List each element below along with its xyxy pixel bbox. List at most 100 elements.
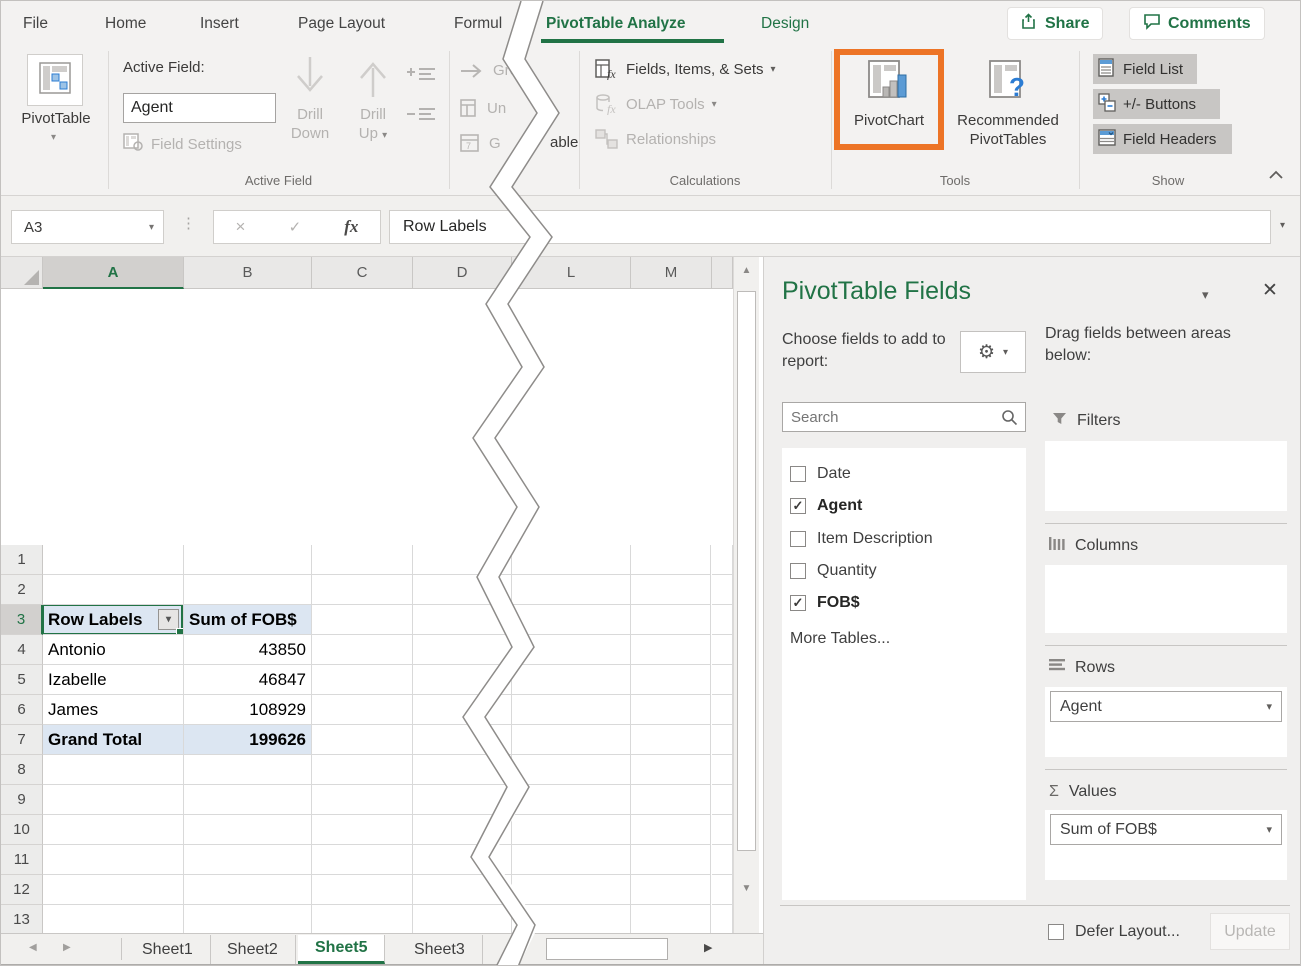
cell[interactable]: 108929 — [184, 695, 312, 725]
cell[interactable] — [712, 575, 733, 605]
cell[interactable] — [413, 665, 512, 695]
scroll-down-arrow-icon[interactable]: ▼ — [734, 875, 759, 901]
cell[interactable] — [312, 785, 413, 815]
cell[interactable] — [312, 665, 413, 695]
column-header-A[interactable]: A — [43, 257, 184, 289]
sheet-tab-sheet2[interactable]: Sheet2 — [210, 935, 296, 964]
sheet-tab-sheet1[interactable]: Sheet1 — [125, 935, 211, 964]
cell[interactable]: 46847 — [184, 665, 312, 695]
cell[interactable] — [312, 605, 413, 635]
row-header[interactable]: 1 — [1, 545, 43, 575]
more-tables-link[interactable]: More Tables... — [790, 630, 890, 648]
expand-formula-bar-icon[interactable]: ▾ — [1280, 220, 1285, 231]
tab-formulas[interactable]: Formul — [454, 1, 502, 46]
field-item-fob[interactable]: FOB$ — [790, 591, 860, 615]
values-field-chip-sum-of-fob[interactable]: Sum of FOB$ ▾ — [1050, 814, 1282, 845]
cell[interactable] — [413, 605, 512, 635]
cell[interactable] — [413, 875, 512, 905]
row-header[interactable]: 10 — [1, 815, 43, 845]
chip-dropdown-icon[interactable]: ▾ — [1266, 823, 1272, 836]
cell[interactable] — [512, 875, 631, 905]
expand-field-button[interactable] — [405, 64, 437, 91]
cell[interactable] — [631, 575, 711, 605]
cell[interactable] — [312, 635, 413, 665]
cell[interactable] — [413, 755, 512, 785]
cell[interactable] — [712, 725, 733, 755]
tab-home[interactable]: Home — [105, 1, 146, 46]
cell[interactable] — [631, 785, 711, 815]
olap-tools-button[interactable]: fx OLAP Tools ▾ — [595, 93, 717, 115]
insert-function-icon[interactable]: fx — [344, 217, 358, 237]
values-drop-area[interactable]: Sum of FOB$ ▾ — [1045, 810, 1287, 880]
cell[interactable] — [184, 905, 312, 933]
cell[interactable]: Sum of FOB$ — [184, 605, 312, 635]
row-header[interactable]: 3 — [1, 605, 43, 635]
cell[interactable] — [512, 605, 631, 635]
row-labels-filter-dropdown[interactable]: ▾ — [158, 609, 179, 630]
cell[interactable]: Izabelle — [43, 665, 184, 695]
collapse-field-button[interactable] — [405, 106, 437, 133]
cell[interactable] — [413, 575, 512, 605]
cell[interactable] — [512, 575, 631, 605]
row-header[interactable]: 9 — [1, 785, 43, 815]
pivotchart-button[interactable]: PivotChart — [839, 58, 939, 130]
update-button[interactable]: Update — [1210, 913, 1290, 950]
row-header[interactable]: 7 — [1, 725, 43, 755]
name-box-resize-grip[interactable]: ⋮ — [181, 214, 196, 232]
field-list-toggle[interactable]: Field List — [1093, 54, 1197, 84]
cell[interactable] — [512, 815, 631, 845]
rows-drop-area[interactable]: Agent ▾ — [1045, 687, 1287, 757]
field-item-quantity[interactable]: Quantity — [790, 559, 877, 583]
column-header-sliver[interactable] — [712, 257, 733, 289]
field-headers-toggle[interactable]: Field Headers — [1093, 124, 1232, 154]
chip-dropdown-icon[interactable]: ▾ — [1266, 700, 1272, 713]
cell[interactable] — [413, 815, 512, 845]
cell[interactable]: Row Labels▾ — [43, 605, 184, 635]
cell[interactable] — [312, 845, 413, 875]
cell[interactable] — [413, 845, 512, 875]
cell[interactable] — [312, 575, 413, 605]
cell[interactable] — [712, 695, 733, 725]
sheet-tab-sheet5[interactable]: Sheet5 — [298, 935, 385, 964]
cell[interactable] — [43, 575, 184, 605]
cell[interactable] — [512, 755, 631, 785]
defer-layout-checkbox[interactable] — [1048, 924, 1064, 940]
columns-drop-area[interactable] — [1045, 565, 1287, 633]
cell[interactable] — [312, 755, 413, 785]
cell[interactable] — [631, 845, 711, 875]
pane-tools-button[interactable]: ⚙ ▾ — [960, 331, 1026, 373]
select-all-corner[interactable] — [1, 257, 43, 289]
hscroll-right-arrow-icon[interactable]: ▶ — [704, 941, 712, 954]
row-header[interactable]: 13 — [1, 905, 43, 933]
drill-down-button[interactable]: Drill Down — [284, 54, 336, 143]
vertical-scrollbar[interactable]: ▲ ▼ — [733, 257, 759, 933]
enter-icon[interactable]: ✓ — [289, 218, 302, 236]
column-header-M[interactable]: M — [631, 257, 712, 289]
pane-close-icon[interactable]: ✕ — [1262, 279, 1278, 302]
row-header[interactable]: 8 — [1, 755, 43, 785]
name-box[interactable]: A3 ▾ — [11, 210, 164, 244]
tab-insert[interactable]: Insert — [200, 1, 239, 46]
rows-field-chip-agent[interactable]: Agent ▾ — [1050, 691, 1282, 722]
cell[interactable] — [312, 815, 413, 845]
cell[interactable] — [512, 635, 631, 665]
cell[interactable] — [43, 815, 184, 845]
collapse-ribbon-button[interactable] — [1267, 168, 1285, 186]
share-button[interactable]: Share — [1007, 7, 1103, 40]
cell[interactable] — [184, 545, 312, 575]
cell[interactable] — [512, 725, 631, 755]
cell[interactable]: Grand Total — [43, 725, 184, 755]
cell[interactable] — [413, 545, 512, 575]
comments-button[interactable]: Comments — [1129, 7, 1265, 40]
checkbox-item-description[interactable] — [790, 531, 806, 547]
cell[interactable] — [512, 845, 631, 875]
cell[interactable] — [712, 545, 733, 575]
cell[interactable] — [413, 725, 512, 755]
pivottable-options-button[interactable] — [27, 54, 83, 106]
cell[interactable] — [512, 545, 631, 575]
row-header[interactable]: 6 — [1, 695, 43, 725]
cell[interactable] — [184, 575, 312, 605]
cell[interactable] — [43, 845, 184, 875]
row-header[interactable]: 11 — [1, 845, 43, 875]
cell[interactable] — [312, 875, 413, 905]
